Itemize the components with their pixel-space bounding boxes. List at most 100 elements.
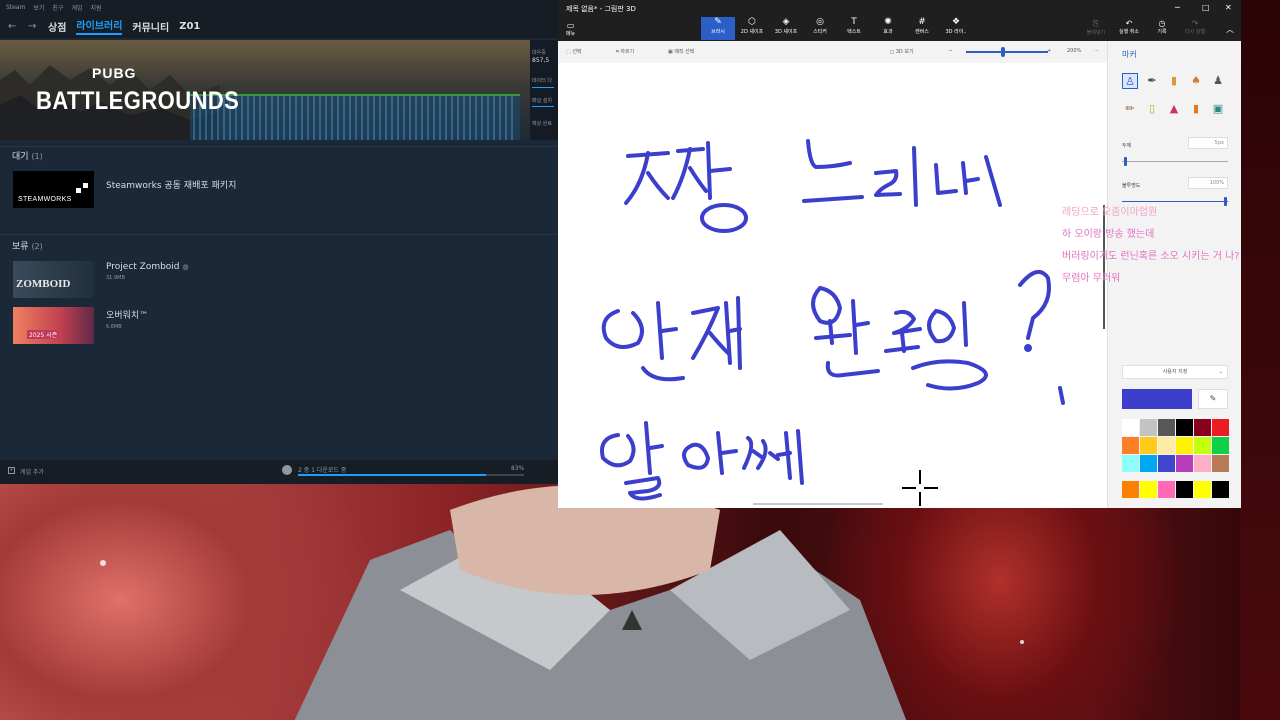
magic-select-tool[interactable]: ▣ 매직 선택 <box>668 48 694 55</box>
calligraphy-pen-icon[interactable]: ✒ <box>1144 73 1160 89</box>
effects-icon: ✺ <box>884 17 892 27</box>
forward-arrow-icon[interactable]: → <box>28 21 38 32</box>
color-swatch[interactable] <box>1122 481 1139 498</box>
zoom-in-button[interactable]: + <box>1047 48 1051 54</box>
color-swatch[interactable] <box>1176 419 1193 436</box>
steam-menu-help[interactable]: 지원 <box>91 3 102 12</box>
chat-message: 버러링이거도 런닌혹른 소오 시키는 거 나? <box>1062 251 1240 262</box>
on-hold-section-header: 보류 (2) <box>12 239 43 252</box>
color-swatch[interactable] <box>1140 481 1157 498</box>
color-swatch[interactable] <box>1140 437 1157 454</box>
zoom-slider-track[interactable] <box>966 51 1048 53</box>
add-game-button[interactable]: 게임 추가 <box>20 467 44 476</box>
back-arrow-icon[interactable]: ← <box>8 21 18 32</box>
undo-button[interactable]: ↶ 실행 취소 <box>1113 19 1145 35</box>
view-3d-label: 3D 보기 <box>895 49 914 55</box>
color-swatch[interactable] <box>1140 455 1157 472</box>
tool-effects[interactable]: ✺ 효과 <box>871 17 905 40</box>
background-right-edge <box>1240 0 1280 720</box>
view-3d-toggle[interactable]: ◻ 3D 보기 <box>890 48 914 55</box>
maximize-button[interactable]: □ <box>1202 3 1210 12</box>
zoom-level: 200% <box>1067 48 1082 54</box>
color-swatch[interactable] <box>1158 481 1175 498</box>
spray-can-icon[interactable]: ▮ <box>1188 101 1204 117</box>
magic-select-icon: ▣ <box>668 49 673 55</box>
tool-text[interactable]: T 텍스트 <box>837 17 871 40</box>
history-button[interactable]: ◷ 기록 <box>1146 19 1178 35</box>
drawing-canvas[interactable] <box>558 63 1107 508</box>
oil-brush-icon[interactable]: ▮ <box>1166 73 1182 89</box>
color-swatch[interactable] <box>1212 437 1229 454</box>
steam-menu-games[interactable]: 게임 <box>71 3 82 12</box>
download-status[interactable]: 2 중 1 다운로드 중 <box>298 465 346 474</box>
color-swatch[interactable] <box>1194 455 1211 472</box>
collapse-ribbon-button[interactable]: ︿ <box>1226 24 1234 35</box>
list-item[interactable]: STEAMWORKS Steamworks 공동 재배포 패키지 <box>13 171 236 208</box>
select-tool[interactable]: ⬚ 선택 <box>566 48 582 55</box>
color-swatch[interactable] <box>1140 419 1157 436</box>
tool-3d-library[interactable]: ❖ 3D 라이.. <box>939 17 973 40</box>
tool-canvas[interactable]: # 캔버스 <box>905 17 939 40</box>
color-swatch[interactable] <box>1176 481 1193 498</box>
pencil-icon[interactable]: ✏ <box>1122 101 1138 117</box>
color-swatch[interactable] <box>1212 419 1229 436</box>
redo-button[interactable]: ↷ 다시 실행 <box>1179 19 1211 35</box>
color-swatch[interactable] <box>1158 437 1175 454</box>
color-swatch[interactable] <box>1158 455 1175 472</box>
fill-bucket-icon[interactable]: ▣ <box>1210 101 1226 117</box>
game-title: Steamworks 공동 재배포 패키지 <box>106 181 237 191</box>
opacity-input[interactable]: 100% <box>1188 177 1228 189</box>
eraser-icon[interactable]: ▯ <box>1144 101 1160 117</box>
color-swatch[interactable] <box>1194 481 1211 498</box>
color-swatch[interactable] <box>1176 455 1193 472</box>
tool-2d-shapes[interactable]: ⬡ 2D 셰이프 <box>735 17 769 40</box>
more-options-button[interactable]: ··· <box>1094 48 1099 54</box>
redo-label: 다시 실행 <box>1185 29 1205 35</box>
tool-3d-shapes[interactable]: ◈ 3D 셰이프 <box>769 17 803 40</box>
tool-brush[interactable]: ✎ 브러시 <box>701 17 735 40</box>
paste-button[interactable]: ⎘ 붙여넣기 <box>1080 19 1112 36</box>
stat-label: 대우중 <box>532 50 546 56</box>
tab-community[interactable]: 커뮤니티 <box>132 19 169 34</box>
crayon-icon[interactable]: ▲ <box>1166 101 1182 117</box>
current-color-swatch[interactable] <box>1122 389 1192 409</box>
tab-library[interactable]: 라이브러리 <box>76 17 123 35</box>
download-banner[interactable]: PUBG BATTLEGROUNDS <box>0 40 530 140</box>
tool-stickers[interactable]: ◎ 스티커 <box>803 17 837 40</box>
color-swatch[interactable] <box>1212 455 1229 472</box>
color-swatch[interactable] <box>1194 419 1211 436</box>
color-swatch[interactable] <box>1122 419 1139 436</box>
menu-label: 메뉴 <box>566 31 576 37</box>
close-button[interactable]: ✕ <box>1225 3 1232 12</box>
list-item[interactable]: ZOMBOID Project Zomboid ◍ 31.9MB <box>13 261 189 298</box>
minimize-button[interactable]: ─ <box>1175 3 1180 12</box>
thickness-input[interactable]: 5px <box>1188 137 1228 149</box>
canvas-scrollbar[interactable] <box>753 503 883 505</box>
steam-menu-view[interactable]: 보기 <box>33 3 44 12</box>
color-swatch[interactable] <box>1158 419 1175 436</box>
thickness-slider-thumb[interactable] <box>1124 157 1127 166</box>
color-swatch[interactable] <box>1122 437 1139 454</box>
opacity-label: 불투명도 <box>1122 183 1141 189</box>
game-title: 오버워치™ <box>106 311 149 321</box>
add-game-icon[interactable]: + <box>8 467 15 474</box>
pixel-pen-icon[interactable]: ♟ <box>1210 73 1226 89</box>
color-swatch[interactable] <box>1122 455 1139 472</box>
crop-tool[interactable]: ⌗ 자르기 <box>616 48 634 55</box>
zoom-slider-thumb[interactable] <box>1001 47 1005 57</box>
tab-profile[interactable]: Z01 <box>179 21 200 32</box>
color-swatch[interactable] <box>1176 437 1193 454</box>
thickness-slider-track[interactable] <box>1122 161 1228 162</box>
zoom-out-button[interactable]: ─ <box>949 48 952 54</box>
color-swatch[interactable] <box>1194 437 1211 454</box>
steam-menu-friends[interactable]: 친구 <box>52 3 63 12</box>
menu-button[interactable]: ▭ 메뉴 <box>566 21 575 37</box>
watercolor-icon[interactable]: ♠ <box>1188 73 1204 89</box>
eyedropper-button[interactable]: ✎ <box>1198 389 1228 409</box>
color-swatch[interactable] <box>1212 481 1229 498</box>
steam-menu-steam[interactable]: Steam <box>6 4 25 11</box>
custom-color-dropdown[interactable]: 사용자 지정 ⌄ <box>1122 365 1228 379</box>
marker-brush-icon[interactable]: ♙ <box>1122 73 1138 89</box>
tab-store[interactable]: 상점 <box>48 19 66 34</box>
list-item[interactable]: 2025 시즌 오버워치™ 6.6MB <box>13 307 148 344</box>
